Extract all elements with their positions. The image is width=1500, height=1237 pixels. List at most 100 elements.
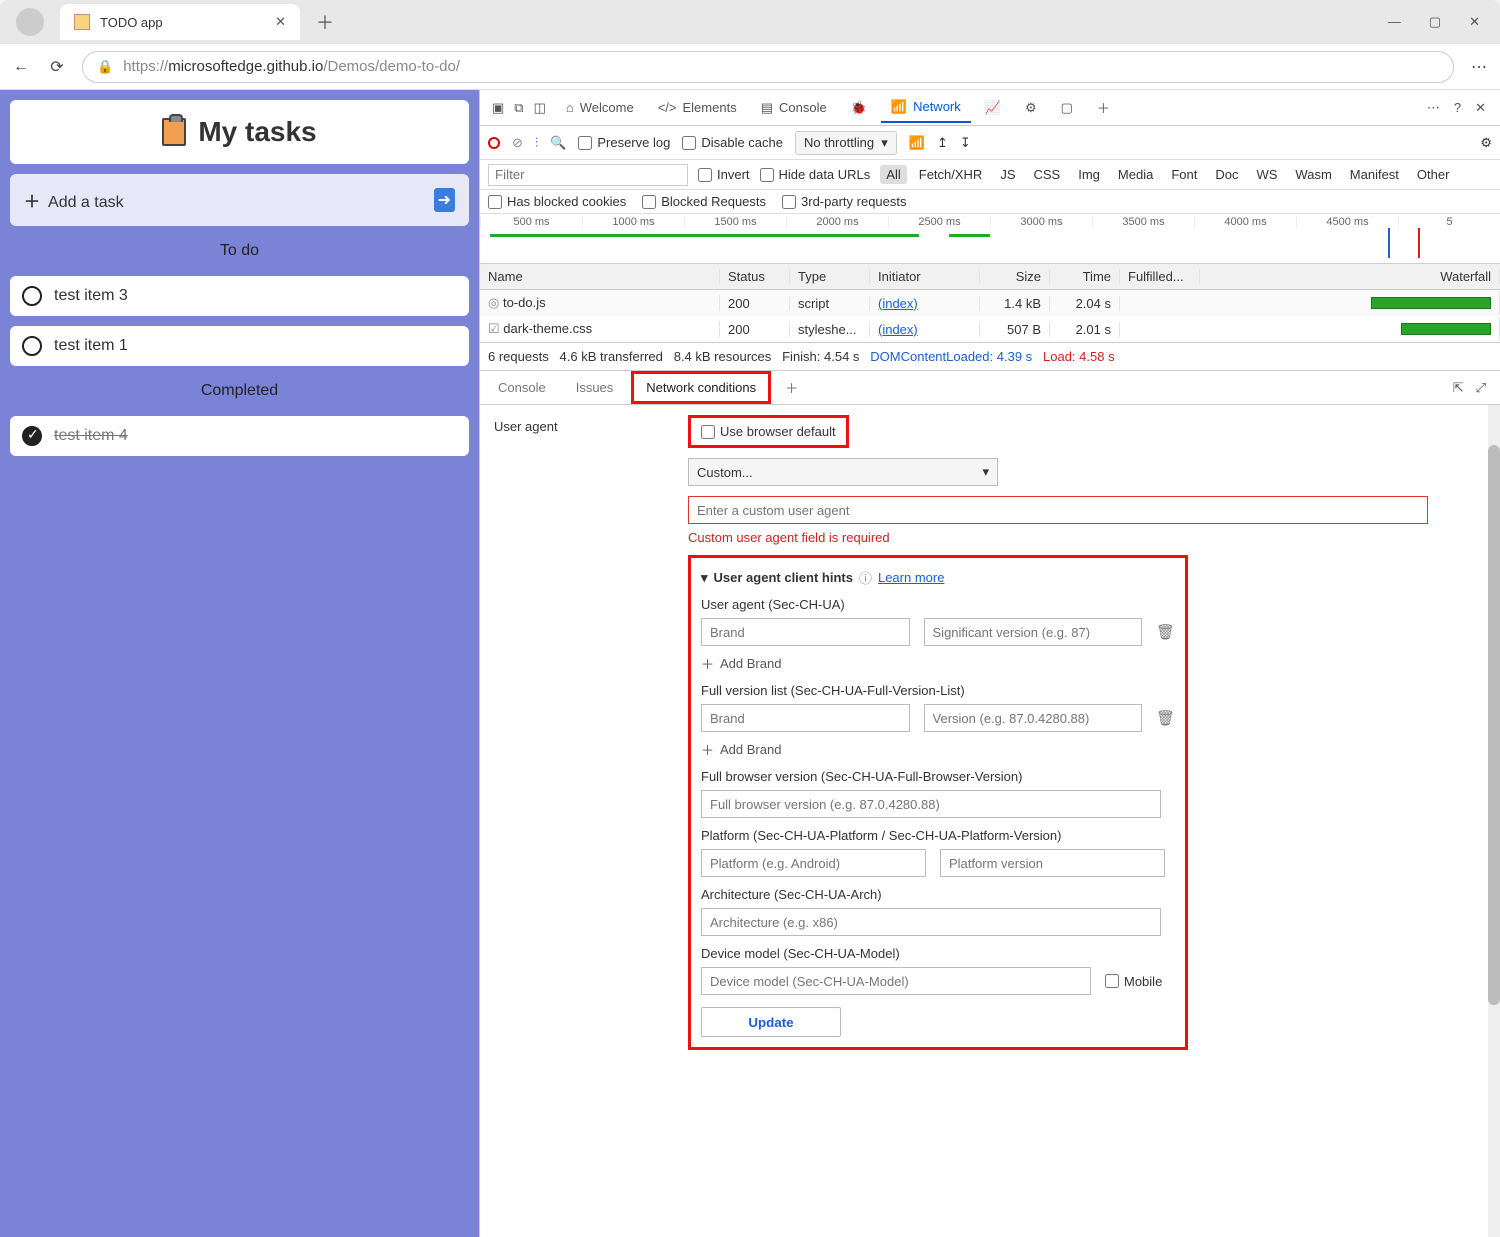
col-status[interactable]: Status [720, 269, 790, 284]
custom-ua-input[interactable] [688, 496, 1428, 524]
preserve-log-checkbox[interactable]: Preserve log [578, 135, 670, 150]
help-icon[interactable]: ? [1454, 100, 1461, 116]
back-icon[interactable]: ← [10, 58, 32, 76]
expand-icon[interactable]: ⤢ [1476, 380, 1486, 396]
col-waterfall[interactable]: Waterfall [1200, 269, 1500, 284]
significant-version-input[interactable] [924, 618, 1142, 646]
menu-icon[interactable]: ⋯ [1468, 57, 1490, 77]
type-chip[interactable]: JS [994, 165, 1021, 184]
wifi-settings-icon[interactable]: 📶 [909, 135, 925, 151]
tab-bug[interactable]: 🐞 [841, 94, 877, 122]
third-party-checkbox[interactable]: 3rd-party requests [782, 194, 907, 209]
use-browser-default-checkbox[interactable]: Use browser default [701, 424, 836, 439]
type-chip[interactable]: CSS [1028, 165, 1067, 184]
col-time[interactable]: Time [1050, 269, 1120, 284]
throttling-select[interactable]: No throttling ▾ [795, 131, 897, 155]
drawer-tab-network-conditions[interactable]: Network conditions [631, 371, 771, 404]
tab-add[interactable]: ＋ [1087, 92, 1120, 123]
tab-performance[interactable]: 📈 [975, 94, 1011, 122]
new-tab-button[interactable]: ＋ [308, 9, 342, 35]
clear-icon[interactable]: ⊘ [512, 135, 523, 151]
refresh-icon[interactable]: ⟳ [46, 57, 68, 77]
add-brand-button[interactable]: ＋Add Brand [701, 654, 1175, 673]
trash-icon[interactable]: 🗑 [1156, 623, 1175, 641]
dock-out-icon[interactable]: ⇱ [1453, 380, 1464, 396]
platform-version-input[interactable] [940, 849, 1165, 877]
device-model-input[interactable] [701, 967, 1091, 995]
brand-input-2[interactable] [701, 704, 910, 732]
task-item[interactable]: test item 1 [10, 326, 469, 366]
type-chip[interactable]: Other [1411, 165, 1456, 184]
blocked-requests-checkbox[interactable]: Blocked Requests [642, 194, 766, 209]
add-task-button[interactable]: ＋Add a task ➜ [10, 174, 469, 226]
browser-tab[interactable]: TODO app ✕ [60, 4, 300, 40]
col-fulfilled[interactable]: Fulfilled... [1120, 269, 1200, 284]
settings-gear-icon[interactable]: ⚙ [1480, 135, 1492, 151]
trash-icon[interactable]: 🗑 [1156, 709, 1175, 727]
more-icon[interactable]: ⋯ [1427, 100, 1440, 116]
check-circle-icon[interactable] [22, 426, 42, 446]
col-type[interactable]: Type [790, 269, 870, 284]
client-hints-title[interactable]: ▾ User agent client hints ⓘ Learn more [701, 568, 1175, 587]
tab-network[interactable]: 📶Network [881, 93, 971, 123]
timeline[interactable]: 500 ms 1000 ms 1500 ms 2000 ms 2500 ms 3… [480, 214, 1500, 264]
type-chip[interactable]: WS [1250, 165, 1283, 184]
type-chip[interactable]: Media [1112, 165, 1159, 184]
minimize-icon[interactable]: — [1388, 14, 1401, 30]
drawer-tab-issues[interactable]: Issues [564, 374, 626, 401]
mobile-checkbox[interactable]: Mobile [1105, 974, 1162, 989]
hide-data-urls-checkbox[interactable]: Hide data URLs [760, 167, 871, 182]
learn-more-link[interactable]: Learn more [878, 570, 944, 585]
close-devtools-icon[interactable]: ✕ [1475, 100, 1486, 116]
tab-console[interactable]: ▤Console [751, 94, 837, 122]
dock-icon[interactable]: ◫ [534, 100, 546, 116]
drawer-add-tab[interactable]: ＋ [777, 378, 806, 397]
upload-icon[interactable]: ↥ [937, 135, 948, 151]
col-initiator[interactable]: Initiator [870, 269, 980, 284]
filter-input[interactable] [488, 164, 688, 186]
task-item[interactable]: test item 3 [10, 276, 469, 316]
profile-avatar[interactable] [16, 8, 44, 36]
full-browser-version-input[interactable] [701, 790, 1161, 818]
download-icon[interactable]: ↧ [960, 135, 971, 151]
platform-input[interactable] [701, 849, 926, 877]
type-chip[interactable]: Font [1165, 165, 1203, 184]
close-window-icon[interactable]: ✕ [1469, 14, 1480, 30]
tab-elements[interactable]: </>Elements [648, 94, 747, 121]
version-input[interactable] [924, 704, 1142, 732]
type-chip[interactable]: Manifest [1344, 165, 1405, 184]
ua-select[interactable]: Custom...▾ [688, 458, 998, 486]
brand-input[interactable] [701, 618, 910, 646]
type-chip[interactable]: Fetch/XHR [913, 165, 989, 184]
type-chip[interactable]: All [880, 165, 906, 184]
architecture-input[interactable] [701, 908, 1161, 936]
circle-icon[interactable] [22, 286, 42, 306]
tab-welcome[interactable]: ⌂Welcome [556, 94, 644, 121]
col-size[interactable]: Size [980, 269, 1050, 284]
col-name[interactable]: Name [480, 269, 720, 284]
device-icon[interactable]: ⧉ [514, 100, 523, 116]
table-row[interactable]: ☑ dark-theme.css 200 styleshe... (index)… [480, 316, 1500, 342]
inspect-icon[interactable]: ▣ [492, 100, 504, 116]
submit-icon[interactable]: ➜ [434, 188, 455, 212]
add-brand-button-2[interactable]: ＋Add Brand [701, 740, 1175, 759]
url-field[interactable]: 🔒 https://microsoftedge.github.io/Demos/… [82, 51, 1454, 83]
drawer-tab-console[interactable]: Console [486, 374, 558, 401]
maximize-icon[interactable]: ▢ [1429, 14, 1441, 30]
type-chip[interactable]: Doc [1209, 165, 1244, 184]
record-icon[interactable] [488, 137, 500, 149]
filter-toggle-icon[interactable]: ⫶ [535, 135, 538, 151]
blocked-cookies-checkbox[interactable]: Has blocked cookies [488, 194, 626, 209]
invert-checkbox[interactable]: Invert [698, 167, 750, 182]
disable-cache-checkbox[interactable]: Disable cache [682, 135, 783, 150]
task-item[interactable]: test item 4 [10, 416, 469, 456]
close-tab-icon[interactable]: ✕ [275, 14, 286, 30]
search-icon[interactable]: 🔍 [550, 135, 566, 151]
type-chip[interactable]: Wasm [1289, 165, 1337, 184]
table-row[interactable]: ◎ to-do.js 200 script (index) 1.4 kB 2.0… [480, 290, 1500, 316]
circle-icon[interactable] [22, 336, 42, 356]
tab-app[interactable]: ▢ [1051, 94, 1083, 122]
type-chip[interactable]: Img [1072, 165, 1106, 184]
update-button[interactable]: Update [701, 1007, 841, 1037]
tab-settings[interactable]: ⚙ [1015, 94, 1047, 122]
